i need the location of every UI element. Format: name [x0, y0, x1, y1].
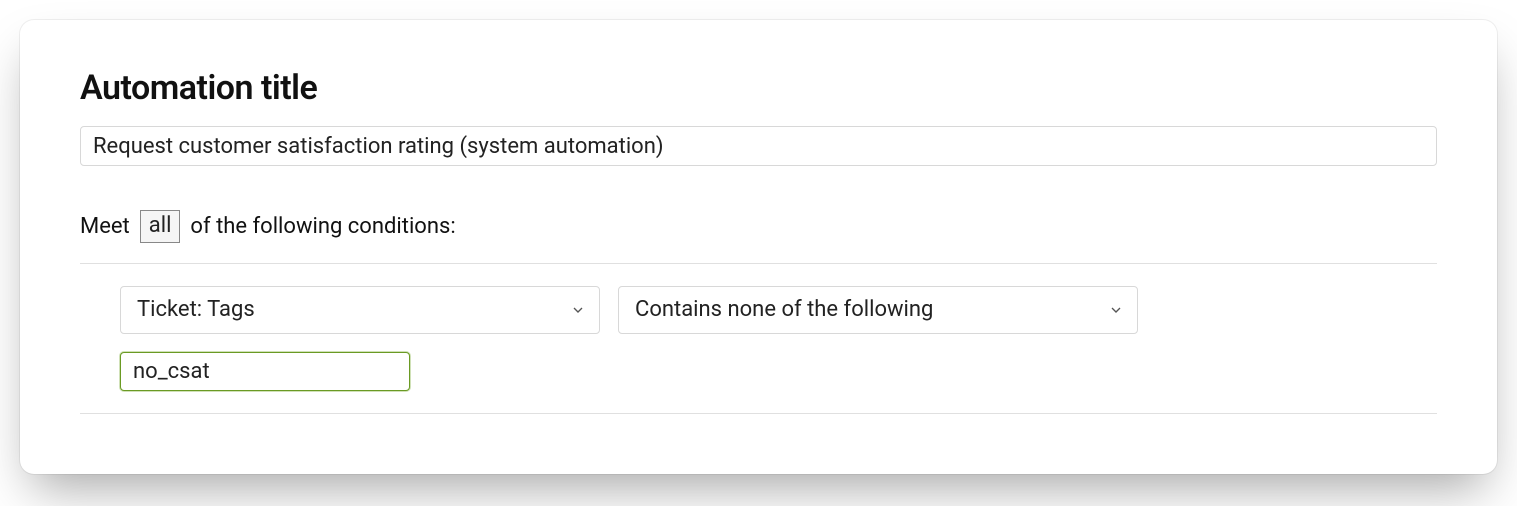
- automation-title-heading: Automation title: [80, 68, 1437, 108]
- condition-operator-select[interactable]: Contains none of the following: [618, 286, 1138, 334]
- condition-row: Ticket: Tags Contains none of the follow…: [80, 264, 1437, 334]
- condition-operator-select-wrap: Contains none of the following: [618, 286, 1138, 334]
- condition-field-select-wrap: Ticket: Tags: [120, 286, 600, 334]
- condition-field-select[interactable]: Ticket: Tags: [120, 286, 600, 334]
- conditions-match-badge: all: [140, 210, 181, 243]
- automation-card: Automation title Meet all of the followi…: [20, 20, 1497, 474]
- conditions-suffix: of the following conditions:: [190, 214, 455, 239]
- conditions-prefix: Meet: [80, 214, 130, 239]
- divider-bottom: [80, 413, 1437, 414]
- conditions-label: Meet all of the following conditions:: [80, 210, 1437, 243]
- condition-tag-row: no_csat: [80, 352, 1437, 391]
- condition-tag-input[interactable]: no_csat: [120, 352, 410, 391]
- automation-title-input[interactable]: [80, 126, 1437, 166]
